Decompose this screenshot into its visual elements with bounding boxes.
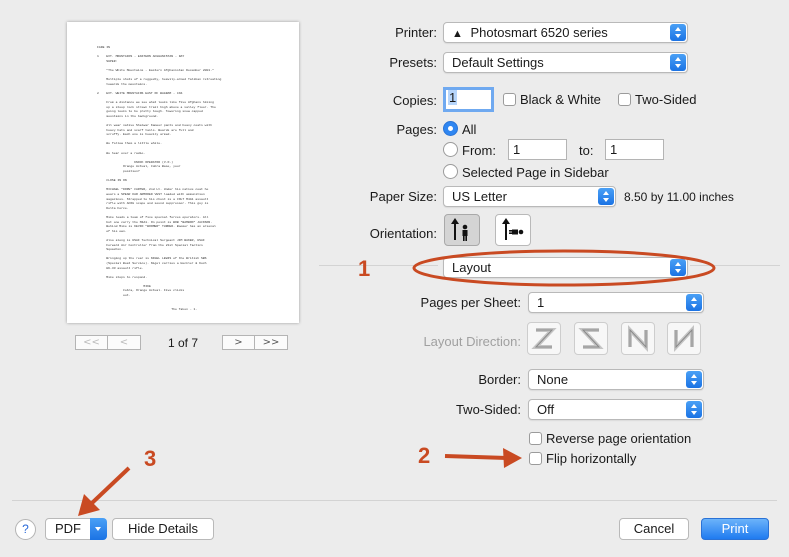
presets-label: Presets: [389, 55, 437, 70]
help-button[interactable]: ? [15, 519, 36, 540]
flip-horizontally-label: Flip horizontally [546, 451, 637, 466]
pages-per-sheet-popup[interactable]: 1 [528, 292, 704, 313]
section-divider-right [690, 265, 780, 266]
copies-label: Copies: [392, 93, 437, 108]
paper-dimensions: 8.50 by 11.00 inches [624, 190, 734, 204]
section-popup-value: Layout [452, 260, 492, 275]
pages-to-label: to: [579, 143, 594, 158]
popup-arrows-icon [686, 401, 702, 418]
layout-direction-reverse-n-button[interactable] [667, 322, 701, 355]
pages-per-sheet-label: Pages per Sheet: [420, 295, 521, 310]
pages-to-field[interactable]: 1 [605, 139, 664, 160]
pages-from-value: 1 [513, 142, 521, 157]
hide-details-button[interactable]: Hide Details [112, 518, 214, 540]
footer-divider [12, 500, 777, 501]
pages-from-field[interactable]: 1 [508, 139, 567, 160]
section-divider-left [319, 265, 438, 266]
pdf-dropdown-icon[interactable] [90, 518, 107, 540]
two-sided-label: Two-Sided [635, 92, 697, 107]
pdf-menu[interactable]: PDF [45, 518, 107, 540]
page-count: 1 of 7 [167, 336, 199, 350]
portrait-orientation-icon [451, 218, 468, 241]
printer-popup[interactable]: ▲ Photosmart 6520 series [443, 22, 688, 43]
popup-arrows-icon [670, 24, 686, 41]
flip-horizontally-checkbox[interactable] [529, 452, 542, 465]
reverse-n-direction-icon [674, 324, 694, 353]
last-page-button[interactable]: >> [255, 335, 288, 350]
portrait-orientation-button[interactable] [444, 214, 480, 246]
pages-all-radio[interactable] [443, 121, 458, 136]
preview-nav-back: << < [75, 335, 141, 350]
annotation-arrow-3 [78, 466, 131, 516]
layout-direction-reverse-z-button[interactable] [574, 322, 608, 355]
orientation-label: Orientation: [369, 226, 437, 241]
annotation-arrow-2 [444, 448, 522, 468]
layout-direction-label: Layout Direction: [423, 334, 521, 349]
reverse-orientation-label: Reverse page orientation [546, 431, 692, 446]
popup-arrows-icon [598, 188, 614, 205]
layout-two-sided-value: Off [537, 402, 555, 417]
border-popup[interactable]: None [528, 369, 704, 390]
paper-size-popup[interactable]: US Letter [443, 186, 616, 207]
border-value: None [537, 372, 569, 387]
printer-value: Photosmart 6520 series [470, 25, 608, 40]
border-label: Border: [478, 372, 521, 387]
annotation-number-2: 2 [418, 443, 431, 468]
popup-arrows-icon [670, 54, 686, 71]
printer-label: Printer: [395, 25, 437, 40]
paper-size-value: US Letter [452, 189, 507, 204]
popup-arrows-icon [686, 371, 702, 388]
section-popup[interactable]: Layout [443, 257, 688, 278]
cancel-button[interactable]: Cancel [619, 518, 689, 540]
black-white-label: Black & White [520, 92, 601, 107]
pages-per-sheet-value: 1 [537, 295, 545, 310]
layout-direction-z-button[interactable] [527, 322, 561, 355]
paper-size-label: Paper Size: [369, 189, 437, 204]
black-white-checkbox[interactable] [503, 93, 516, 106]
print-button[interactable]: Print [701, 518, 769, 540]
landscape-orientation-button[interactable] [495, 214, 531, 246]
n-direction-icon [628, 324, 648, 353]
popup-arrows-icon [686, 294, 702, 311]
popup-arrows-icon [670, 259, 686, 276]
pages-label: Pages: [396, 122, 437, 137]
previous-page-button[interactable]: < [108, 335, 141, 350]
landscape-orientation-icon [502, 218, 524, 240]
pages-to-value: 1 [610, 142, 618, 157]
pages-selected-label: Selected Page in Sidebar [462, 165, 609, 180]
pages-from-label: From: [462, 143, 496, 158]
first-page-button[interactable]: << [75, 335, 108, 350]
pages-selected-radio[interactable] [443, 164, 458, 179]
copies-value: 1 [448, 90, 458, 105]
print-preview-page: FADE IN 1 EXT. MOUNTAINS - EASTERN AFGHA… [67, 22, 299, 323]
layout-two-sided-popup[interactable]: Off [528, 399, 704, 420]
z-direction-icon [531, 328, 557, 349]
annotation-number-3: 3 [144, 446, 157, 471]
presets-value: Default Settings [452, 55, 544, 70]
preview-line: The Taken - 1. [97, 306, 198, 311]
two-sided-checkbox[interactable] [618, 93, 631, 106]
preview-nav-forward: > >> [222, 335, 288, 350]
presets-popup[interactable]: Default Settings [443, 52, 688, 73]
copies-field[interactable]: 1 [443, 87, 494, 112]
pages-from-radio[interactable] [443, 142, 458, 157]
pages-all-label: All [462, 122, 477, 137]
next-page-button[interactable]: > [222, 335, 255, 350]
pdf-button[interactable]: PDF [45, 518, 91, 540]
warning-triangle-icon: ▲ [452, 28, 463, 40]
reverse-orientation-checkbox[interactable] [529, 432, 542, 445]
layout-two-sided-label: Two-Sided: [455, 402, 521, 417]
annotation-number-1: 1 [358, 256, 371, 281]
reverse-z-direction-icon [578, 328, 604, 349]
layout-direction-n-button[interactable] [621, 322, 655, 355]
